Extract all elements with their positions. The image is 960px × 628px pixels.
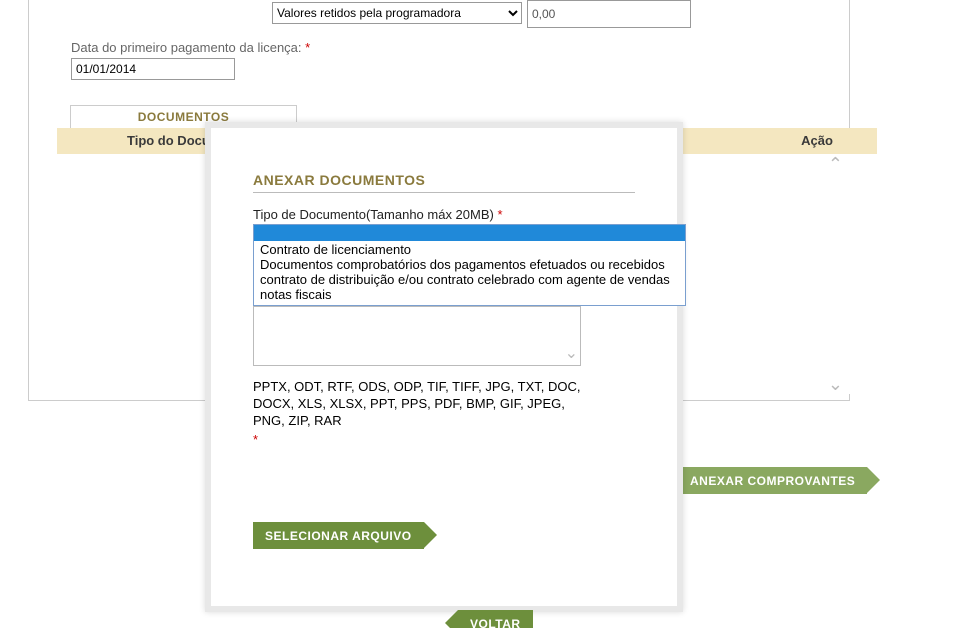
document-type-dropdown[interactable]: Contrato de licenciamento Documentos com… bbox=[253, 224, 686, 306]
first-payment-date-label: Data do primeiro pagamento da licença: * bbox=[71, 40, 310, 55]
anexar-comprovantes-button[interactable]: ANEXAR COMPROVANTES bbox=[678, 467, 867, 494]
dropdown-option[interactable]: Contrato de licenciamento bbox=[260, 242, 681, 257]
back-button[interactable]: VOLTAR bbox=[458, 610, 533, 628]
select-file-button[interactable]: SELECIONAR ARQUIVO bbox=[253, 522, 424, 549]
scroll-up-icon[interactable]: ⌃ bbox=[828, 154, 843, 175]
col-acao: Ação bbox=[757, 128, 877, 154]
divider bbox=[253, 192, 635, 193]
first-payment-date-input[interactable] bbox=[71, 58, 235, 80]
dropdown-option[interactable]: Documentos comprobatórios dos pagamentos… bbox=[260, 257, 681, 272]
allowed-formats-text: PPTX, ODT, RTF, ODS, ODP, TIF, TIFF, JPG… bbox=[253, 378, 598, 448]
attach-documents-dialog: ANEXAR DOCUMENTOS Tipo de Documento(Tama… bbox=[205, 122, 683, 612]
amount-input[interactable] bbox=[527, 0, 691, 28]
dropdown-selected-blank[interactable] bbox=[254, 225, 685, 241]
document-type-label: Tipo de Documento(Tamanho máx 20MB) * bbox=[253, 207, 635, 222]
scroll-down-icon[interactable]: ⌄ bbox=[828, 374, 843, 395]
chevron-down-icon: ⌄ bbox=[565, 343, 578, 363]
dropdown-option[interactable]: notas fiscais bbox=[260, 287, 681, 302]
dropdown-option[interactable]: contrato de distribuição e/ou contrato c… bbox=[260, 272, 681, 287]
dropdown-options-list: Contrato de licenciamento Documentos com… bbox=[254, 241, 685, 305]
retained-values-select[interactable]: Valores retidos pela programadora bbox=[272, 2, 522, 24]
dialog-title: ANEXAR DOCUMENTOS bbox=[253, 172, 635, 188]
description-textarea[interactable]: ⌄ bbox=[253, 306, 581, 366]
